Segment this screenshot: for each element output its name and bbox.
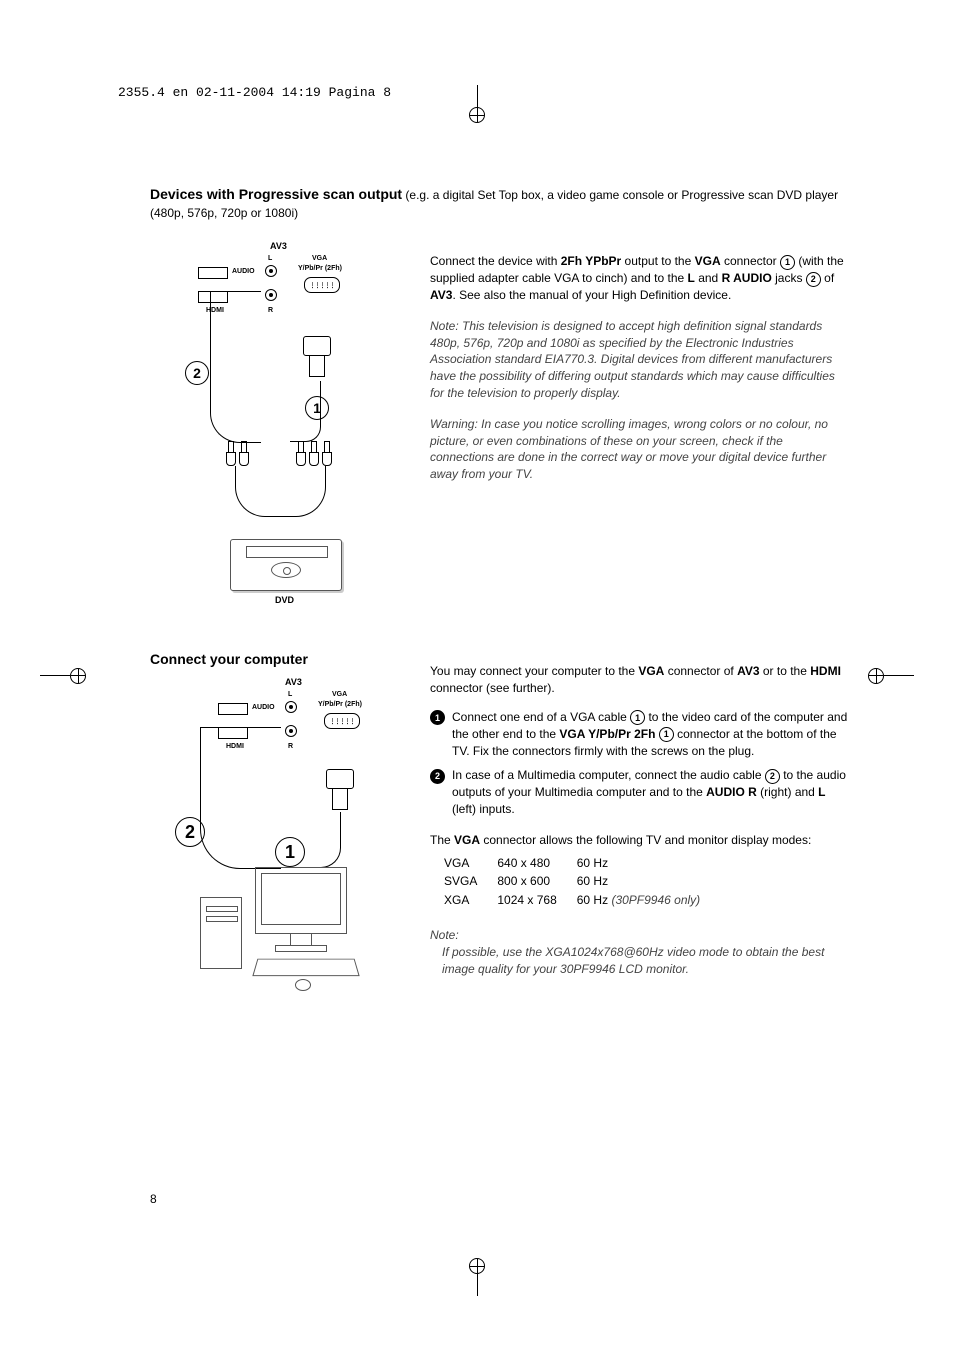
callout-2: 2 <box>185 361 209 385</box>
rca-r-jack-2 <box>285 725 297 737</box>
label-dvd: DVD <box>275 595 294 605</box>
vga-port-icon-2 <box>324 713 360 729</box>
registration-mark-left <box>40 668 86 684</box>
content-area: Devices with Progressive scan output (e.… <box>150 185 850 987</box>
diagram-dvd-connection: AV3 L AUDIO HDMI R VGA Y/Pb/Pr (2Fh) <box>150 241 410 591</box>
step-2: 2 In case of a Multimedia computer, conn… <box>430 767 850 817</box>
label-l-2: L <box>288 691 292 698</box>
registration-mark-bottom <box>469 1258 485 1296</box>
section1-warning: Warning: In case you notice scrolling im… <box>430 416 850 483</box>
label-av3: AV3 <box>270 241 287 251</box>
prepress-header: 2355.4 en 02-11-2004 14:19 Pagina 8 <box>118 85 391 100</box>
vga-port-icon <box>304 277 340 293</box>
rca-plugs-audio <box>225 441 248 465</box>
inline-callout-1c: 1 <box>659 727 674 742</box>
table-row: VGA 640 x 480 60 Hz <box>444 855 718 872</box>
inline-callout-2b: 2 <box>765 769 780 784</box>
section1-connect-paragraph: Connect the device with 2Fh YPbPr output… <box>430 253 850 303</box>
page-number: 8 <box>150 1192 157 1206</box>
label-ypbpr-2: Y/Pb/Pr (2Fh) <box>318 701 362 708</box>
section2-heading: Connect your computer <box>150 651 410 667</box>
registration-mark-top <box>469 85 485 123</box>
label-ypbpr: Y/Pb/Pr (2Fh) <box>298 265 342 272</box>
modes-intro: The VGA connector allows the following T… <box>430 832 850 849</box>
inline-callout-1: 1 <box>780 255 795 270</box>
inline-callout-1b: 1 <box>630 710 645 725</box>
step-marker-1: 1 <box>430 710 445 725</box>
rca-plugs-video <box>295 441 331 465</box>
section1-title: Devices with Progressive scan output <box>150 186 402 202</box>
label-vga: VGA <box>312 255 327 262</box>
label-r-2: R <box>288 743 293 750</box>
label-audio-2: AUDIO <box>252 704 275 711</box>
note-label: Note: <box>430 927 850 944</box>
hdmi-port-icon <box>198 267 228 279</box>
vga-plug-icon-2 <box>325 769 355 809</box>
label-l: L <box>268 255 272 262</box>
dvd-player-icon <box>230 539 342 591</box>
section-connect-computer: Connect your computer AV3 L AUDIO HDMI R <box>150 651 850 987</box>
hdmi-port-icon-2 <box>218 703 248 715</box>
inline-callout-2: 2 <box>806 272 821 287</box>
page: 2355.4 en 02-11-2004 14:19 Pagina 8 Devi… <box>0 0 954 1351</box>
table-row: XGA 1024 x 768 60 Hz (30PF9946 only) <box>444 892 718 909</box>
label-r: R <box>268 307 273 314</box>
step-1: 1 Connect one end of a VGA cable 1 to th… <box>430 709 850 759</box>
table-row: SVGA 800 x 600 60 Hz <box>444 873 718 890</box>
rca-l-jack-2 <box>285 701 297 713</box>
registration-mark-right <box>868 668 914 684</box>
note-body: If possible, use the XGA1024x768@60Hz vi… <box>442 944 850 978</box>
rca-r-jack <box>265 289 277 301</box>
step-marker-2: 2 <box>430 769 445 784</box>
label-audio: AUDIO <box>232 268 255 275</box>
section-progressive-scan: Devices with Progressive scan output (e.… <box>150 185 850 591</box>
vga-plug-icon <box>302 336 332 376</box>
label-av3-2: AV3 <box>285 677 302 687</box>
diagram-pc-connection: AV3 L AUDIO HDMI R VGA Y/Pb/Pr (2Fh) <box>150 677 400 987</box>
section2-intro: You may connect your computer to the VGA… <box>430 663 850 697</box>
display-modes-table: VGA 640 x 480 60 Hz SVGA 800 x 600 60 Hz… <box>442 853 720 911</box>
computer-icon <box>200 867 370 987</box>
rca-l-jack <box>265 265 277 277</box>
section1-note: Note: This television is designed to acc… <box>430 318 850 402</box>
label-vga-2: VGA <box>332 691 347 698</box>
